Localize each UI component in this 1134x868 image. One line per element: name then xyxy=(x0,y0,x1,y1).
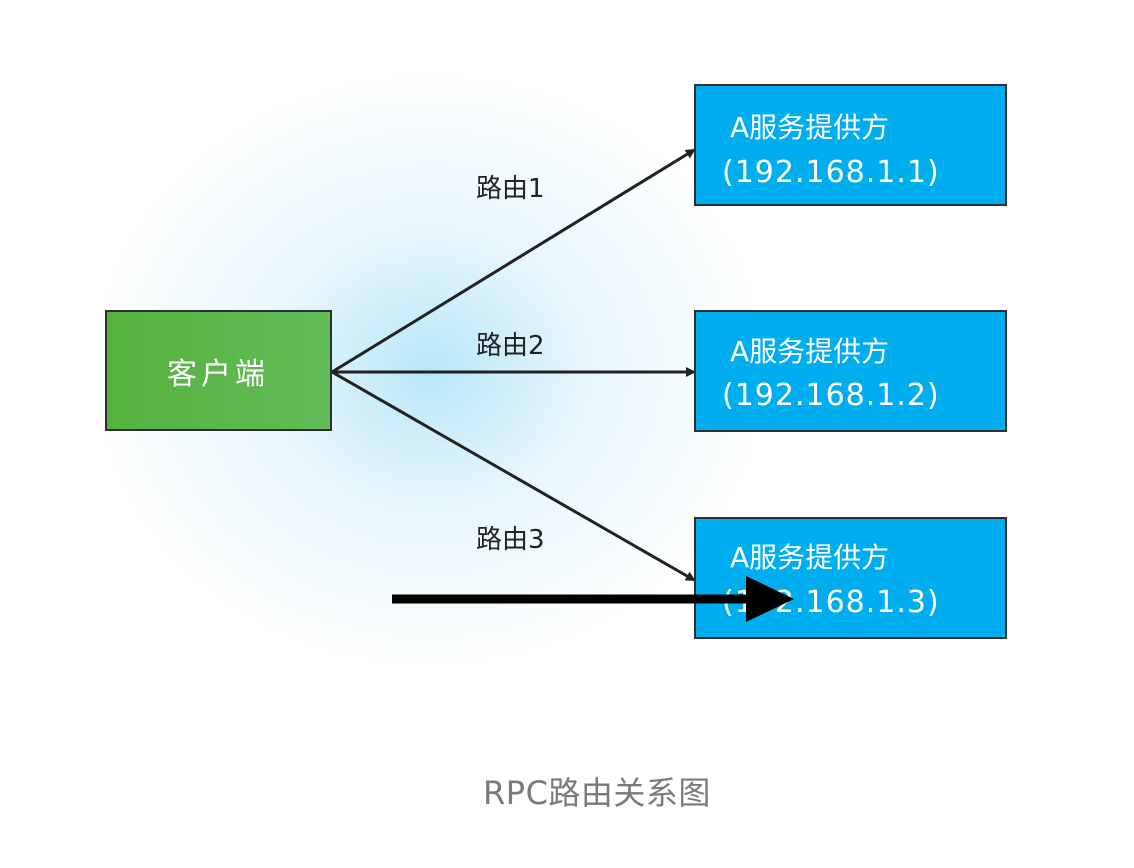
provider-address-2: (192.168.1.2) xyxy=(722,378,940,413)
provider-node-2: A服务提供方 (192.168.1.2) xyxy=(694,310,1007,432)
route-label-3: 路由3 xyxy=(476,525,545,555)
provider-name-1: A服务提供方 xyxy=(730,111,889,144)
route-label-1: 路由1 xyxy=(476,174,545,204)
rpc-routing-diagram: 路由1 路由2 路由3 客户端 A服务提供方 (192.168.1.1) A服务… xyxy=(105,84,1007,639)
client-node: 客户端 xyxy=(105,310,332,431)
client-label: 客户端 xyxy=(167,357,269,392)
provider-address-1: (192.168.1.1) xyxy=(722,155,940,190)
provider-name-2: A服务提供方 xyxy=(730,335,889,368)
diagram-stage: 路由1 路由2 路由3 客户端 A服务提供方 (192.168.1.1) A服务… xyxy=(0,0,1134,868)
route-label-2: 路由2 xyxy=(476,331,545,361)
provider-name-3: A服务提供方 xyxy=(730,541,889,574)
provider-node-1: A服务提供方 (192.168.1.1) xyxy=(694,84,1007,206)
diagram-caption: RPC路由关系图 xyxy=(483,774,711,812)
provider-node-3: A服务提供方 (192.168.1.3) xyxy=(694,517,1007,639)
